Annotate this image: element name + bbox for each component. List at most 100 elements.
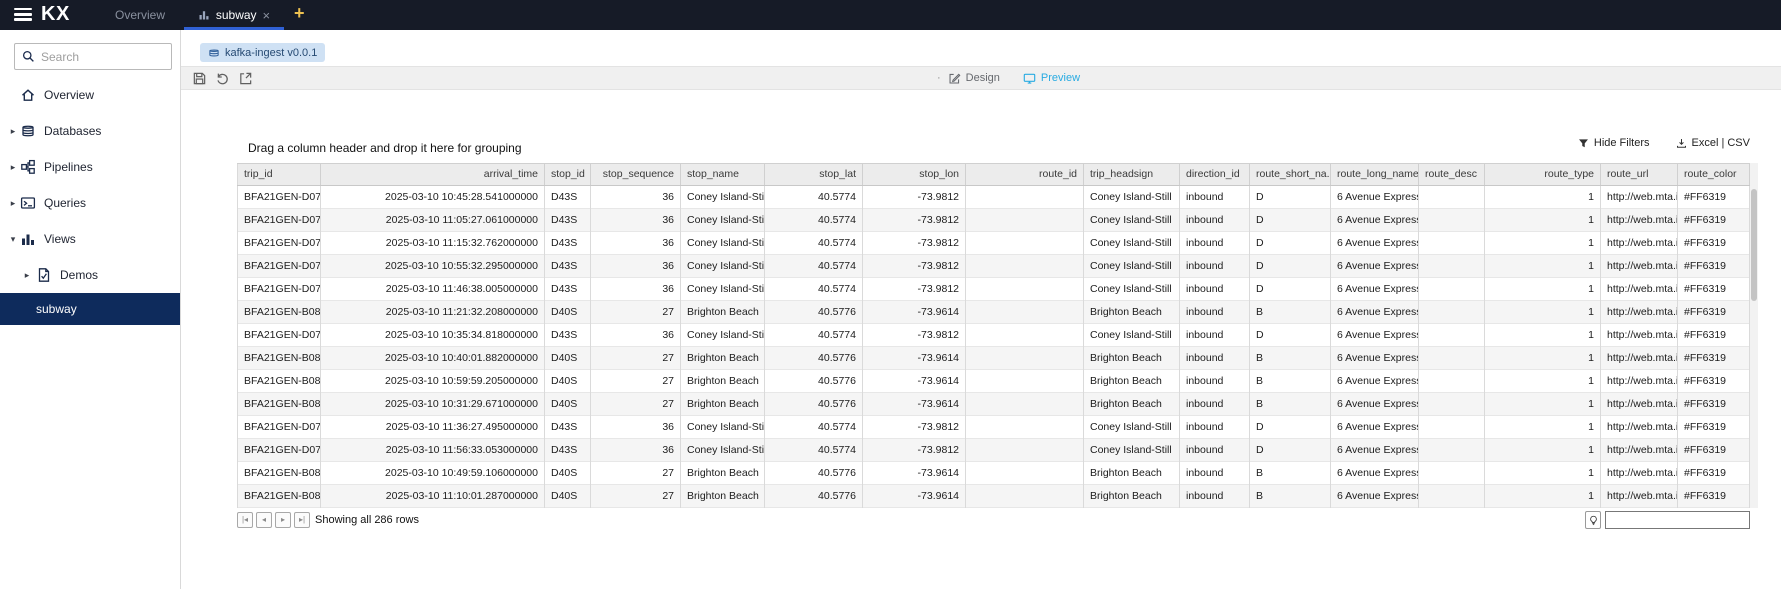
cell-route_desc[interactable] (1419, 347, 1485, 370)
cell-stop_lon[interactable]: -73.9812 (863, 232, 966, 255)
cell-arrival_time[interactable]: 2025-03-10 11:10:01.287000000 (321, 485, 545, 508)
cell-stop_lat[interactable]: 40.5774 (765, 209, 863, 232)
cell-trip_id[interactable]: BFA21GEN-B083- (237, 393, 321, 416)
cell-route_id[interactable] (966, 393, 1084, 416)
cell-direction_id[interactable]: inbound (1180, 347, 1250, 370)
cell-route_color[interactable]: #FF6319 (1678, 462, 1750, 485)
cell-stop_sequence[interactable]: 27 (591, 485, 681, 508)
cell-route_short_name[interactable]: D (1250, 209, 1331, 232)
cell-stop_sequence[interactable]: 36 (591, 255, 681, 278)
cell-stop_lat[interactable]: 40.5776 (765, 347, 863, 370)
cell-trip_headsign[interactable]: Brighton Beach (1084, 347, 1180, 370)
table-row[interactable]: BFA21GEN-B083-2025-03-10 11:10:01.287000… (237, 485, 1752, 508)
cell-stop_sequence[interactable]: 36 (591, 209, 681, 232)
column-header-route_color[interactable]: route_color (1678, 164, 1750, 185)
cell-route_desc[interactable] (1419, 370, 1485, 393)
cell-route_url[interactable]: http://web.mta.in (1601, 255, 1678, 278)
export-excel-csv-button[interactable]: Excel | CSV (1676, 137, 1751, 149)
cell-route_type[interactable]: 1 (1485, 393, 1601, 416)
cell-route_long_name[interactable]: 6 Avenue Express (1331, 485, 1419, 508)
table-row[interactable]: BFA21GEN-B083-2025-03-10 11:21:32.208000… (237, 301, 1752, 324)
cell-trip_headsign[interactable]: Coney Island-Still (1084, 416, 1180, 439)
cell-route_type[interactable]: 1 (1485, 324, 1601, 347)
table-row[interactable]: BFA21GEN-D0782025-03-10 10:45:28.5410000… (237, 186, 1752, 209)
first-page-button[interactable]: |◂ (237, 512, 253, 528)
cell-stop_sequence[interactable]: 27 (591, 301, 681, 324)
cell-route_id[interactable] (966, 439, 1084, 462)
cell-route_short_name[interactable]: B (1250, 393, 1331, 416)
table-row[interactable]: BFA21GEN-B083-2025-03-10 10:31:29.671000… (237, 393, 1752, 416)
table-row[interactable]: BFA21GEN-B083-2025-03-10 10:49:59.106000… (237, 462, 1752, 485)
cell-route_long_name[interactable]: 6 Avenue Express (1331, 416, 1419, 439)
cell-route_type[interactable]: 1 (1485, 278, 1601, 301)
cell-trip_headsign[interactable]: Brighton Beach (1084, 485, 1180, 508)
cell-route_desc[interactable] (1419, 324, 1485, 347)
cell-trip_id[interactable]: BFA21GEN-D078 (237, 416, 321, 439)
column-header-stop_id[interactable]: stop_id (545, 164, 591, 185)
column-header-route_desc[interactable]: route_desc (1419, 164, 1485, 185)
cell-stop_id[interactable]: D43S (545, 186, 591, 209)
sidebar-item-views[interactable]: ▾ Views (0, 221, 180, 257)
cell-route_url[interactable]: http://web.mta.in (1601, 186, 1678, 209)
cell-trip_headsign[interactable]: Coney Island-Still (1084, 209, 1180, 232)
cell-trip_headsign[interactable]: Coney Island-Still (1084, 324, 1180, 347)
cell-stop_lat[interactable]: 40.5774 (765, 278, 863, 301)
cell-route_color[interactable]: #FF6319 (1678, 416, 1750, 439)
cell-stop_name[interactable]: Coney Island-Stil (681, 324, 765, 347)
cell-route_short_name[interactable]: B (1250, 370, 1331, 393)
column-header-trip_id[interactable]: trip_id (237, 164, 321, 185)
cell-route_desc[interactable] (1419, 393, 1485, 416)
cell-stop_lon[interactable]: -73.9614 (863, 301, 966, 324)
cell-stop_lat[interactable]: 40.5774 (765, 416, 863, 439)
cell-stop_lat[interactable]: 40.5774 (765, 186, 863, 209)
cell-arrival_time[interactable]: 2025-03-10 10:55:32.295000000 (321, 255, 545, 278)
cell-stop_lat[interactable]: 40.5776 (765, 301, 863, 324)
cell-stop_lon[interactable]: -73.9614 (863, 485, 966, 508)
cell-route_short_name[interactable]: B (1250, 462, 1331, 485)
cell-route_color[interactable]: #FF6319 (1678, 324, 1750, 347)
cell-route_color[interactable]: #FF6319 (1678, 393, 1750, 416)
cell-trip_headsign[interactable]: Coney Island-Still (1084, 439, 1180, 462)
cell-route_url[interactable]: http://web.mta.in (1601, 462, 1678, 485)
close-icon[interactable]: × (263, 9, 271, 22)
caret-right-icon[interactable]: ▸ (22, 270, 32, 281)
cell-route_short_name[interactable]: B (1250, 301, 1331, 324)
cell-trip_id[interactable]: BFA21GEN-D078 (237, 278, 321, 301)
sidebar-item-databases[interactable]: ▸ Databases (0, 113, 180, 149)
cell-route_type[interactable]: 1 (1485, 301, 1601, 324)
cell-stop_lon[interactable]: -73.9812 (863, 439, 966, 462)
cell-arrival_time[interactable]: 2025-03-10 11:36:27.495000000 (321, 416, 545, 439)
cell-route_desc[interactable] (1419, 209, 1485, 232)
caret-right-icon[interactable]: ▸ (8, 198, 18, 209)
cell-trip_id[interactable]: BFA21GEN-D078 (237, 209, 321, 232)
cell-trip_headsign[interactable]: Brighton Beach (1084, 462, 1180, 485)
cell-route_type[interactable]: 1 (1485, 416, 1601, 439)
cell-arrival_time[interactable]: 2025-03-10 11:15:32.762000000 (321, 232, 545, 255)
cell-stop_lat[interactable]: 40.5776 (765, 462, 863, 485)
cell-stop_id[interactable]: D40S (545, 485, 591, 508)
cell-route_url[interactable]: http://web.mta.in (1601, 232, 1678, 255)
cell-route_long_name[interactable]: 6 Avenue Express (1331, 462, 1419, 485)
cell-arrival_time[interactable]: 2025-03-10 11:05:27.061000000 (321, 209, 545, 232)
cell-arrival_time[interactable]: 2025-03-10 10:35:34.818000000 (321, 324, 545, 347)
cell-trip_id[interactable]: BFA21GEN-D078 (237, 255, 321, 278)
lightbulb-button[interactable] (1585, 511, 1601, 529)
cell-trip_id[interactable]: BFA21GEN-B083- (237, 485, 321, 508)
cell-stop_lat[interactable]: 40.5774 (765, 232, 863, 255)
grid-filter-input[interactable] (1605, 511, 1750, 529)
cell-stop_sequence[interactable]: 27 (591, 393, 681, 416)
cell-route_short_name[interactable]: D (1250, 324, 1331, 347)
cell-route_desc[interactable] (1419, 416, 1485, 439)
cell-stop_lon[interactable]: -73.9812 (863, 324, 966, 347)
cell-trip_id[interactable]: BFA21GEN-D078 (237, 439, 321, 462)
cell-route_type[interactable]: 1 (1485, 439, 1601, 462)
scrollbar-thumb[interactable] (1751, 189, 1757, 301)
cell-stop_lat[interactable]: 40.5774 (765, 324, 863, 347)
cell-route_short_name[interactable]: D (1250, 186, 1331, 209)
cell-route_type[interactable]: 1 (1485, 232, 1601, 255)
cell-route_id[interactable] (966, 232, 1084, 255)
cell-direction_id[interactable]: inbound (1180, 393, 1250, 416)
cell-stop_sequence[interactable]: 36 (591, 324, 681, 347)
cell-stop_name[interactable]: Coney Island-Stil (681, 186, 765, 209)
cell-route_id[interactable] (966, 324, 1084, 347)
